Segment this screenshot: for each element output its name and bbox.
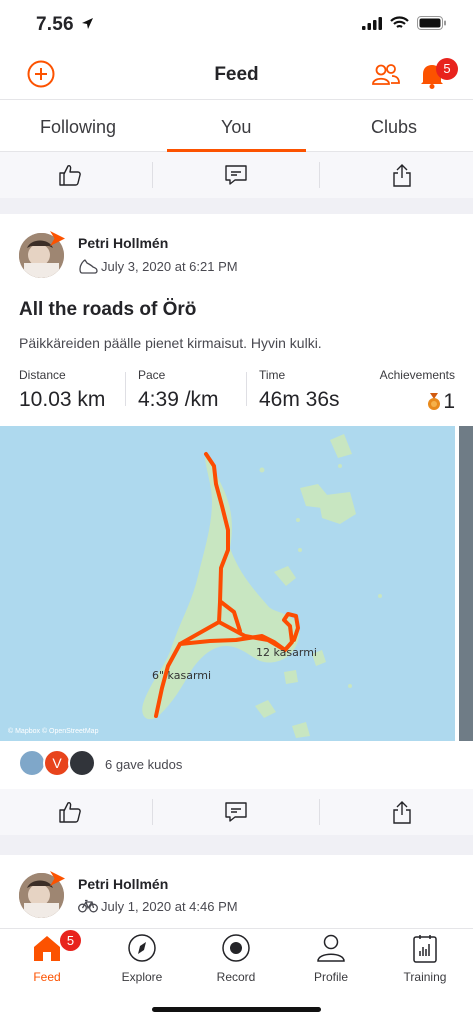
- tab-label: Explore: [121, 970, 163, 984]
- activity-description: Päikkäreiden päälle pienet kirmaisut. Hy…: [19, 335, 322, 351]
- compass-icon: [128, 934, 156, 962]
- tab-label: Feed: [33, 970, 61, 984]
- comment-icon: [225, 165, 247, 185]
- find-friends-button[interactable]: [372, 64, 400, 91]
- notification-badge: 5: [436, 58, 458, 80]
- medal-icon: [428, 393, 441, 410]
- tab-you[interactable]: You: [221, 117, 251, 138]
- stat-divider: [125, 372, 126, 406]
- tab-training[interactable]: Training: [385, 933, 465, 984]
- comment-icon: [225, 802, 247, 822]
- stat-label: Distance: [19, 368, 66, 382]
- home-indicator[interactable]: [152, 1007, 321, 1012]
- stat-distance: Distance 10.03 km: [19, 368, 105, 412]
- tab-label: Training: [403, 970, 447, 984]
- location-arrow-icon: [82, 18, 94, 29]
- tab-explore[interactable]: Explore: [102, 933, 182, 984]
- feed-tabs: Following You Clubs: [0, 101, 473, 152]
- achievements-label: Achievements: [379, 368, 455, 382]
- status-time: 7.56: [36, 14, 94, 36]
- activity-date: July 1, 2020 at 4:46 PM: [101, 899, 238, 914]
- training-log-icon: [413, 935, 437, 963]
- share-icon: [393, 801, 411, 824]
- route-map: 6" kasarmi 12 kasarmi: [0, 426, 455, 741]
- card-gap: [0, 198, 473, 214]
- profile-icon: [317, 934, 345, 962]
- stat-value: 4:39 /km: [138, 388, 219, 411]
- tab-record[interactable]: Record: [196, 933, 276, 984]
- kudos-button[interactable]: [58, 800, 82, 829]
- map-label: 12 kasarmi: [256, 646, 317, 659]
- athlete-name[interactable]: Petri Hollmén: [78, 235, 168, 251]
- thumbs-up-icon: [59, 165, 81, 186]
- home-icon: [34, 936, 60, 961]
- clock-text: 7.56: [36, 14, 74, 35]
- kudos-avatar: V: [43, 749, 71, 777]
- stat-label: Time: [259, 368, 286, 382]
- stat-value: 46m 36s: [259, 388, 340, 411]
- activity-title[interactable]: All the roads of Örö: [19, 299, 196, 321]
- stat-pace: Pace 4:39 /km: [138, 368, 219, 412]
- share-button[interactable]: [391, 800, 413, 829]
- achievements-value: 1: [427, 390, 455, 414]
- kudos-button[interactable]: [58, 163, 82, 192]
- status-icons: [362, 16, 447, 30]
- next-photo-peek[interactable]: [459, 426, 473, 741]
- activity-actions: [0, 789, 473, 835]
- tab-profile[interactable]: Profile: [291, 933, 371, 984]
- stat-label: Pace: [138, 368, 166, 382]
- activity-map[interactable]: 6" kasarmi 12 kasarmi: [0, 426, 455, 741]
- kudos-avatar: [18, 749, 46, 777]
- athlete-name[interactable]: Petri Hollmén: [78, 876, 168, 892]
- feed-badge: 5: [60, 930, 81, 951]
- record-icon: [222, 934, 250, 962]
- card-gap: [0, 835, 473, 855]
- status-bar: 7.56: [0, 0, 473, 52]
- previous-card-actions: [0, 152, 473, 198]
- activity-date: July 3, 2020 at 6:21 PM: [101, 259, 238, 274]
- bike-icon: [78, 899, 98, 918]
- run-shoe-icon: [78, 258, 98, 279]
- thumbs-up-icon: [59, 802, 81, 823]
- stat-time: Time 46m 36s: [259, 368, 340, 412]
- nav-bar: Feed: [0, 52, 473, 100]
- tab-following[interactable]: Following: [40, 117, 116, 138]
- comment-button[interactable]: [224, 163, 248, 192]
- kudos-avatar: [68, 749, 96, 777]
- signal-icon: [362, 16, 382, 30]
- share-icon: [393, 164, 411, 187]
- page-title: Feed: [214, 64, 259, 85]
- tab-clubs[interactable]: Clubs: [371, 117, 417, 138]
- kudos-count[interactable]: 6 gave kudos: [105, 757, 182, 772]
- comment-button[interactable]: [224, 800, 248, 829]
- battery-icon: [417, 16, 446, 30]
- achievements-count: 1: [443, 390, 455, 413]
- stat-value: 10.03 km: [19, 388, 106, 411]
- map-credit: © Mapbox © OpenStreetMap: [8, 728, 99, 735]
- stat-divider: [246, 372, 247, 406]
- tab-label: Record: [216, 970, 256, 984]
- tab-label: Profile: [313, 970, 348, 984]
- share-button[interactable]: [391, 163, 413, 192]
- map-label: 6" kasarmi: [152, 669, 211, 682]
- wifi-icon: [390, 16, 409, 28]
- friends-icon: [372, 64, 400, 85]
